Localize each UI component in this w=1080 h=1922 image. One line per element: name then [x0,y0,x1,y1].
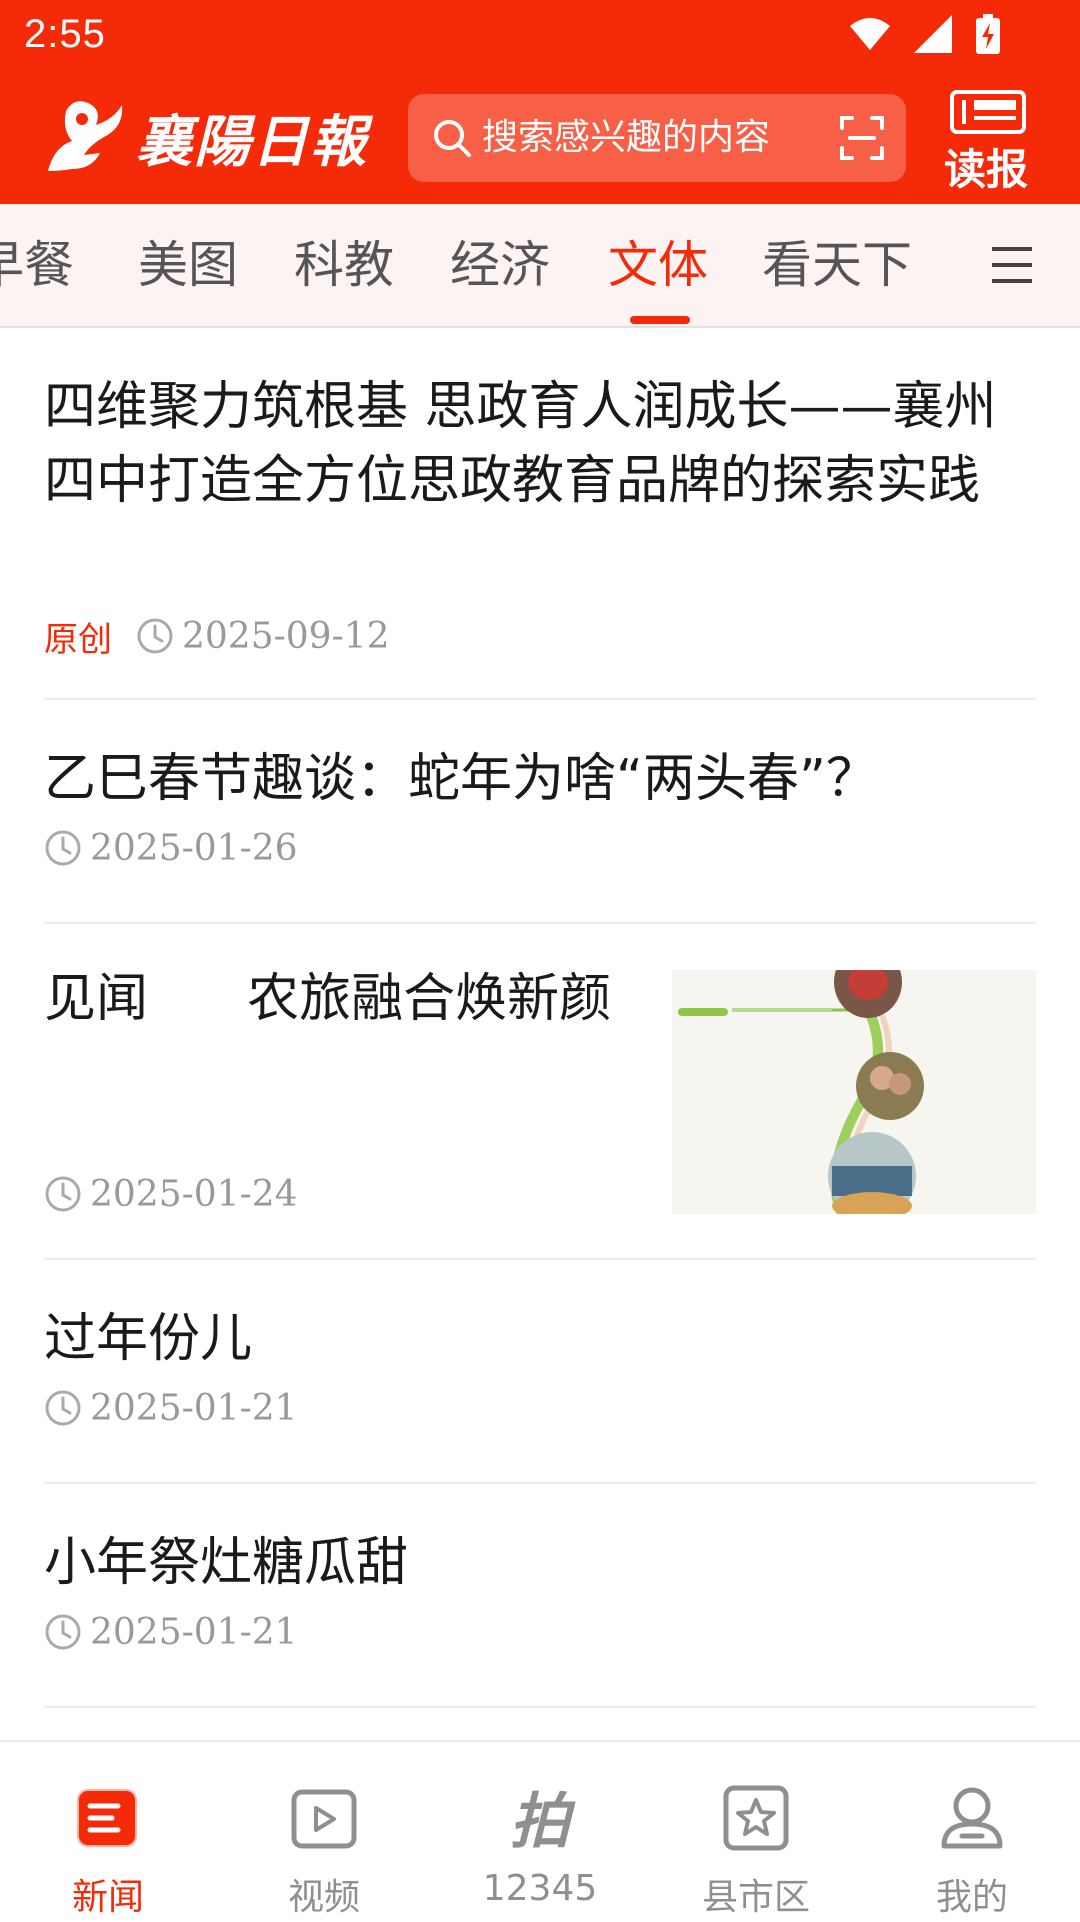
svg-text:拍: 拍 [510,1787,576,1854]
news-item[interactable]: 四维聚力筑根基 思政育人润成长——襄州四中打造全方位思政教育品牌的探索实践 原创… [44,330,1036,700]
search-icon [434,120,471,157]
news-item[interactable]: 过年份儿 2025-01-21 [44,1262,1036,1484]
clock-icon [45,830,81,866]
county-star-icon [723,1785,789,1851]
search-box[interactable]: 搜索感兴趣的内容 [408,94,906,182]
news-date: 2025-01-21 [90,1611,298,1653]
pai-icon: 拍 [510,1787,576,1854]
nav-label: 12345 [482,1868,598,1909]
news-item[interactable]: 小年祭灶糖瓜甜 2025-01-21 [44,1486,1036,1708]
app-header: 2:55 襄陽日報 搜索感兴趣的内容 读报 [0,0,1080,204]
nav-label: 我的 [935,1877,1008,1918]
status-time: 2:55 [24,12,106,56]
active-tab-indicator [630,316,690,324]
news-title: 见闻 农旅融合焕新颜 [44,969,612,1029]
tab-kantianxia[interactable]: 看天下 [762,204,912,326]
status-bar: 2:55 [0,0,1080,76]
news-title: 乙巳春节趣谈：蛇年为啥“两头春”？ [44,749,878,809]
thumbnail-image [672,970,1036,1214]
channel-tabs: 早餐 美图 科教 经济 文体 看天下 [0,204,1080,328]
news-date: 2025-01-24 [90,1173,298,1215]
news-meta: 2025-01-21 [44,1608,298,1656]
brand-name: 襄陽日報 [136,108,368,175]
news-meta: 2025-01-21 [44,1384,298,1432]
profile-icon [941,1787,1003,1849]
nav-news[interactable]: 新闻 [0,1742,216,1922]
search-placeholder: 搜索感兴趣的内容 [482,117,771,158]
read-paper-button[interactable]: 读报 [936,90,1036,194]
nav-12345[interactable]: 拍 12345 [432,1742,648,1922]
news-title: 四维聚力筑根基 思政育人润成长——襄州四中打造全方位思政教育品牌的探索实践 [44,377,997,511]
tab-meitu[interactable]: 美图 [138,204,238,326]
tab-jingji[interactable]: 经济 [450,204,550,326]
wifi-icon [850,18,890,50]
nav-profile[interactable]: 我的 [864,1742,1080,1922]
news-title: 过年份儿 [44,1309,253,1369]
nav-label: 视频 [287,1877,360,1918]
brand-logo: 襄陽日報 [44,92,368,182]
original-tag: 原创 [44,619,112,660]
news-meta: 原创 2025-09-12 [44,612,390,660]
battery-charging-icon [976,14,1000,54]
news-date: 2025-01-26 [90,827,298,869]
signal-icon [914,15,952,53]
news-thumbnail [672,970,1036,1214]
clock-icon [45,1614,81,1650]
news-item[interactable]: 见闻 农旅融合焕新颜 2025-01-24 [44,926,1036,1260]
nav-video[interactable]: 视频 [216,1742,432,1922]
nav-label: 新闻 [71,1877,144,1918]
clock-icon [137,618,173,654]
bottom-nav: 新闻 视频 拍 12345 县市区 我的 [0,1740,1080,1920]
news-icon [77,1789,137,1847]
video-icon [291,1789,357,1849]
news-title: 小年祭灶糖瓜甜 [44,1533,409,1593]
news-item[interactable]: 乙巳春节趣谈：蛇年为啥“两头春”？ 2025-01-26 [44,702,1036,924]
read-paper-label: 读报 [943,145,1028,194]
clock-icon [45,1176,81,1212]
news-meta: 2025-01-24 [44,1170,298,1218]
nav-county[interactable]: 县市区 [648,1742,864,1922]
news-meta: 2025-01-26 [44,824,298,872]
logo-emblem-icon [48,101,123,171]
scan-icon[interactable] [838,114,886,162]
newspaper-icon [950,90,1026,134]
tab-kejiao[interactable]: 科教 [294,204,394,326]
news-date: 2025-09-12 [182,615,390,657]
clock-icon [45,1390,81,1426]
news-date: 2025-01-21 [90,1387,298,1429]
status-icons [848,14,1000,54]
nav-label: 县市区 [701,1877,810,1918]
menu-icon[interactable] [990,244,1034,286]
tab-zaocan[interactable]: 早餐 [0,204,74,326]
tab-wenti[interactable]: 文体 [608,204,708,326]
